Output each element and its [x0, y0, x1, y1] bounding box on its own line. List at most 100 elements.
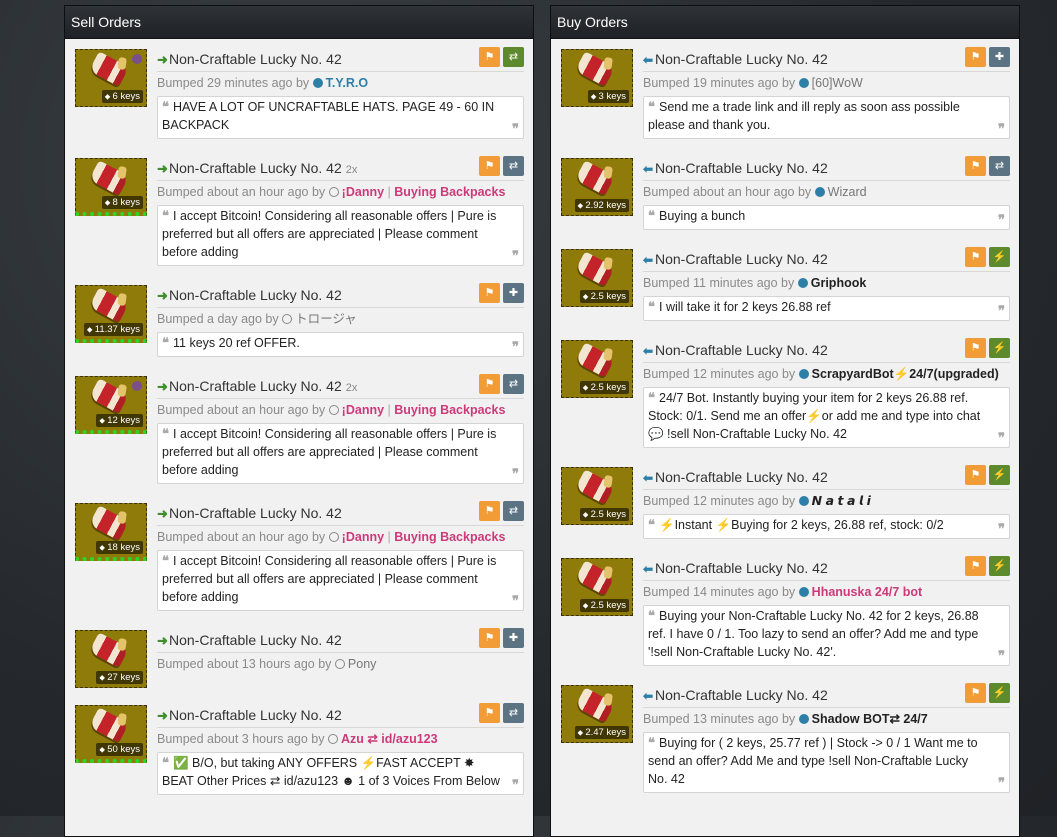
- quote-close-icon: ❞: [512, 466, 519, 481]
- item-image: [574, 469, 616, 505]
- quote-close-icon: ❞: [512, 248, 519, 263]
- username-link[interactable]: [60]WoW: [812, 76, 863, 90]
- flag-button[interactable]: ⚑: [965, 683, 986, 703]
- username-extra[interactable]: Buying Backpacks: [394, 185, 505, 199]
- add-friend-button[interactable]: ✚: [503, 283, 524, 303]
- item-thumbnail[interactable]: ⬥ 11.37 keys: [75, 285, 147, 343]
- bolt-icon: ⚡: [992, 342, 1007, 354]
- item-name[interactable]: Non-Craftable Lucky No. 42: [655, 160, 828, 176]
- item-name[interactable]: Non-Craftable Lucky No. 42: [655, 251, 828, 267]
- flag-button[interactable]: ⚑: [479, 283, 500, 303]
- swap-button[interactable]: ⇄: [503, 501, 524, 521]
- item-thumbnail[interactable]: ⬥ 2.5 keys: [561, 340, 633, 398]
- add-friend-button[interactable]: ✚: [503, 628, 524, 648]
- item-image: [88, 160, 130, 196]
- item-thumbnail[interactable]: ⬥ 2.92 keys: [561, 158, 633, 216]
- item-thumbnail[interactable]: ⬥ 8 keys: [75, 158, 147, 216]
- item-thumbnail[interactable]: ⬥ 18 keys: [75, 503, 147, 561]
- listing-actions: ⚑ ⚡: [962, 556, 1010, 576]
- item-name[interactable]: Non-Craftable Lucky No. 42: [169, 378, 342, 394]
- quote-close-icon: ❞: [998, 775, 1005, 790]
- quote-close-icon: ❞: [998, 303, 1005, 318]
- item-thumbnail[interactable]: ⬥ 50 keys: [75, 705, 147, 763]
- swap-button[interactable]: ⇄: [989, 156, 1010, 176]
- item-thumbnail[interactable]: ⬥ 6 keys: [75, 49, 147, 107]
- swap-button[interactable]: ⇄: [503, 156, 524, 176]
- listing-title-row: ⬅ Non-Craftable Lucky No. 42 ⚑ ⚡: [643, 465, 1010, 490]
- flag-button[interactable]: ⚑: [965, 156, 986, 176]
- bolt-button[interactable]: ⚡: [989, 465, 1010, 485]
- listing-comment: ❝ 24/7 Bot. Instantly buying your item fo…: [643, 387, 1010, 448]
- username-link[interactable]: T.Y.R.O: [326, 76, 368, 90]
- item-thumbnail[interactable]: ⬥ 2.47 keys: [561, 685, 633, 743]
- add-friend-icon: ✚: [994, 51, 1005, 63]
- username-link[interactable]: ¡Danny: [342, 185, 384, 199]
- flag-button[interactable]: ⚑: [479, 47, 500, 67]
- item-thumbnail[interactable]: ⬥ 2.5 keys: [561, 249, 633, 307]
- username-link[interactable]: Shadow BOT⇄ 24/7: [812, 712, 928, 726]
- username-extra[interactable]: Buying Backpacks: [394, 530, 505, 544]
- item-name[interactable]: Non-Craftable Lucky No. 42: [655, 469, 828, 485]
- quote-close-icon: ❞: [998, 648, 1005, 663]
- item-name[interactable]: Non-Craftable Lucky No. 42: [169, 505, 342, 521]
- username-link[interactable]: Hhanuska 24/7 bot: [812, 585, 922, 599]
- flag-button[interactable]: ⚑: [479, 501, 500, 521]
- flag-icon: ⚑: [970, 251, 981, 263]
- username-link[interactable]: ¡Danny: [342, 403, 384, 417]
- item-thumbnail[interactable]: ⬥ 27 keys: [75, 630, 147, 688]
- item-name[interactable]: Non-Craftable Lucky No. 42: [655, 687, 828, 703]
- swap-button[interactable]: ⇄: [503, 374, 524, 394]
- swap-button[interactable]: ⇄: [503, 47, 524, 67]
- flag-button[interactable]: ⚑: [479, 156, 500, 176]
- item-name[interactable]: Non-Craftable Lucky No. 42: [169, 632, 342, 648]
- swap-icon: ⇄: [994, 160, 1005, 172]
- item-name[interactable]: Non-Craftable Lucky No. 42: [169, 51, 342, 67]
- flag-button[interactable]: ⚑: [965, 338, 986, 358]
- flag-button[interactable]: ⚑: [965, 247, 986, 267]
- flag-button[interactable]: ⚑: [479, 703, 500, 723]
- username-link[interactable]: Azu ⇄ id/azu123: [341, 732, 438, 746]
- flag-button[interactable]: ⚑: [479, 374, 500, 394]
- flag-button[interactable]: ⚑: [965, 465, 986, 485]
- item-name[interactable]: Non-Craftable Lucky No. 42: [169, 707, 342, 723]
- quote-close-icon: ❞: [512, 339, 519, 354]
- listing-title-row: ⬅ Non-Craftable Lucky No. 42 ⚑ ⚡: [643, 247, 1010, 272]
- username-link[interactable]: トロージャ: [295, 312, 357, 326]
- item-name[interactable]: Non-Craftable Lucky No. 42: [655, 51, 828, 67]
- bolt-button[interactable]: ⚡: [989, 338, 1010, 358]
- price-tag: ⬥ 18 keys: [96, 541, 143, 554]
- username-link[interactable]: Griphook: [811, 276, 867, 290]
- price-value: 50 keys: [107, 744, 140, 755]
- status-dot: [328, 405, 339, 415]
- item-thumbnail[interactable]: ⬥ 2.5 keys: [561, 558, 633, 616]
- bolt-button[interactable]: ⚡: [989, 556, 1010, 576]
- username-link[interactable]: Wizard: [828, 185, 867, 199]
- bolt-button[interactable]: ⚡: [989, 247, 1010, 267]
- bolt-button[interactable]: ⚡: [989, 683, 1010, 703]
- username-link[interactable]: ScrapyardBot⚡24/7(upgraded): [812, 367, 999, 381]
- item-name[interactable]: Non-Craftable Lucky No. 42: [169, 160, 342, 176]
- price-tag: ⬥ 8 keys: [101, 196, 143, 209]
- item-name[interactable]: Non-Craftable Lucky No. 42: [655, 342, 828, 358]
- item-thumbnail[interactable]: ⬥ 2.5 keys: [561, 467, 633, 525]
- item-name[interactable]: Non-Craftable Lucky No. 42: [169, 287, 342, 303]
- price-value: 2.5 keys: [590, 509, 626, 520]
- username-link[interactable]: ¡Danny: [342, 530, 384, 544]
- bumped-info: Bumped 14 minutes ago by Hhanuska 24/7 b…: [643, 583, 1010, 601]
- item-thumbnail[interactable]: ⬥ 3 keys: [561, 49, 633, 107]
- price-tag-icon: ⬥: [582, 510, 591, 519]
- flag-button[interactable]: ⚑: [965, 556, 986, 576]
- listing-content: ⬅ Non-Craftable Lucky No. 42 ⚑ ⇄ Bumped abou…: [643, 156, 1010, 230]
- swap-button[interactable]: ⇄: [503, 703, 524, 723]
- listing-comment: ❝ Buying a bunch ❞: [643, 205, 1010, 230]
- flag-button[interactable]: ⚑: [479, 628, 500, 648]
- username-link[interactable]: Pony: [348, 657, 377, 671]
- flag-button[interactable]: ⚑: [965, 47, 986, 67]
- price-tag: ⬥ 2.5 keys: [579, 508, 629, 521]
- username-extra[interactable]: Buying Backpacks: [394, 403, 505, 417]
- comment-text: HAVE A LOT OF UNCRAFTABLE HATS. PAGE 49 …: [162, 100, 495, 132]
- username-link[interactable]: 𝙉 𝙖 𝙩 𝙖 𝙡 𝙞: [812, 494, 871, 508]
- add-friend-button[interactable]: ✚: [989, 47, 1010, 67]
- item-name[interactable]: Non-Craftable Lucky No. 42: [655, 560, 828, 576]
- item-thumbnail[interactable]: ⬥ 12 keys: [75, 376, 147, 434]
